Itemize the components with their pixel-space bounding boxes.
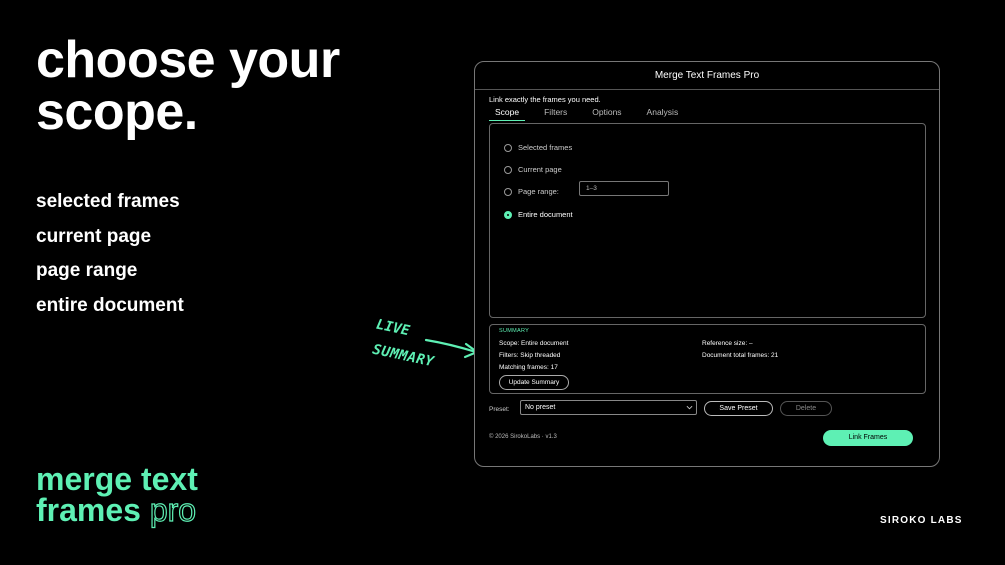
summary-reference: Reference size: –: [702, 340, 753, 347]
feature-item: selected frames: [36, 191, 180, 212]
window-title: Merge Text Frames Pro: [654, 70, 760, 81]
radio-button[interactable]: [504, 143, 512, 152]
feature-list: selected frames current page page range …: [36, 190, 184, 328]
link-frames-button[interactable]: Link Frames: [823, 430, 913, 446]
summary-label: SUMMARY: [499, 328, 530, 334]
feature-item: entire document: [36, 294, 184, 316]
preset-selected-value: No preset: [525, 404, 556, 411]
plugin-window: Merge Text Frames Pro Link exactly the f…: [474, 61, 940, 467]
headline: choose your scope.: [36, 34, 340, 138]
tab-options[interactable]: Options: [586, 107, 627, 121]
tab-scope[interactable]: Scope: [489, 107, 526, 121]
radio-button-checked[interactable]: [504, 210, 512, 219]
update-summary-button[interactable]: Update Summary: [499, 375, 569, 390]
brand-accent: pro: [149, 492, 197, 528]
brand-logo: merge text frames pro: [36, 461, 198, 528]
scope-option-selected-frames[interactable]: Selected frames: [504, 143, 572, 152]
option-label: Current page: [518, 165, 562, 174]
arrow-icon: [424, 338, 479, 359]
delete-preset-button[interactable]: Delete: [780, 401, 832, 416]
summary-matching: Matching frames: 17: [499, 364, 558, 371]
summary-filters: Filters: Skip threaded: [499, 352, 561, 359]
summary-panel: SUMMARY Scope: Entire document Filters: …: [489, 324, 926, 394]
save-preset-button[interactable]: Save Preset: [704, 401, 773, 416]
company-name: SIROKO LABS: [880, 515, 963, 526]
brand-line-1: merge text: [36, 461, 198, 497]
tab-bar: Scope Filters Options Analysis: [489, 107, 697, 121]
scope-option-entire-document[interactable]: Entire document: [504, 210, 573, 219]
preset-select[interactable]: No preset: [520, 400, 697, 415]
headline-line-1: choose your: [36, 31, 340, 89]
scope-option-current-page[interactable]: Current page: [504, 165, 562, 174]
summary-total: Document total frames: 21: [702, 352, 779, 359]
annotation-line-1: LIVE: [374, 316, 412, 340]
radio-button[interactable]: [504, 165, 512, 174]
copyright-text: © 2026 SirokoLabs · v1.3: [489, 434, 557, 440]
radio-button[interactable]: [504, 187, 512, 196]
summary-scope: Scope: Entire document: [499, 340, 569, 347]
option-label: Entire document: [518, 210, 573, 219]
chevron-down-icon: [686, 405, 693, 410]
feature-item: current page: [36, 225, 152, 247]
window-subtitle: Link exactly the frames you need.: [489, 95, 601, 104]
headline-line-2: scope.: [36, 83, 198, 141]
scope-option-page-range[interactable]: Page range:: [504, 187, 559, 196]
scope-panel: Selected frames Current page Page range:…: [489, 123, 926, 318]
title-divider: [475, 89, 939, 90]
preset-label: Preset:: [489, 406, 510, 413]
option-label: Selected frames: [518, 143, 573, 152]
tab-filters[interactable]: Filters: [538, 107, 573, 121]
brand-word: frames: [36, 492, 141, 528]
option-label: Page range:: [518, 187, 559, 196]
tab-analysis[interactable]: Analysis: [641, 107, 685, 121]
page-range-input[interactable]: [579, 181, 669, 196]
feature-item: page range: [36, 260, 138, 281]
brand-line-2: frames pro: [36, 492, 198, 528]
live-summary-annotation: LIVE SUMMARY: [370, 316, 480, 388]
